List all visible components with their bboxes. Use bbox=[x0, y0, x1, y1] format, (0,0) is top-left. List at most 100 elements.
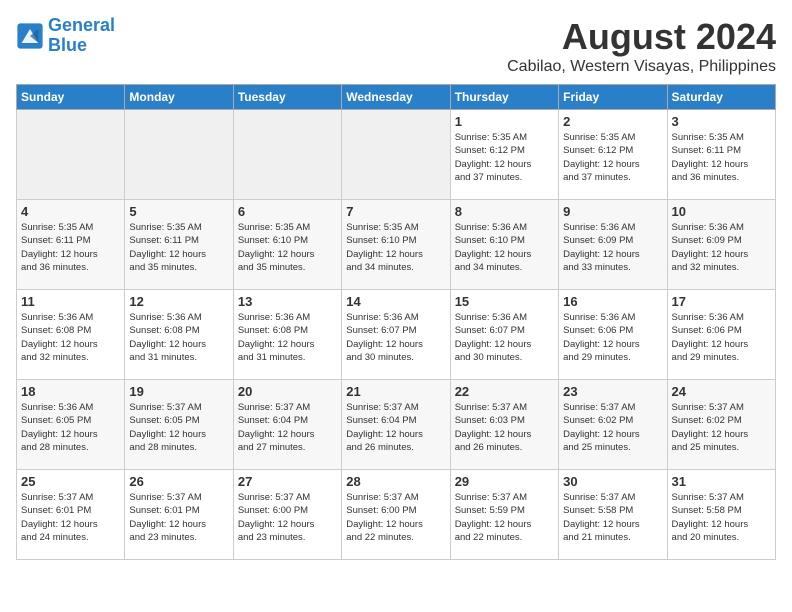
day-info: Sunrise: 5:37 AM Sunset: 6:04 PM Dayligh… bbox=[238, 401, 337, 454]
day-cell: 6 Sunrise: 5:35 AM Sunset: 6:10 PM Daylig… bbox=[233, 200, 341, 290]
day-info: Sunrise: 5:37 AM Sunset: 5:58 PM Dayligh… bbox=[563, 491, 662, 544]
col-header-monday: Monday bbox=[125, 85, 233, 110]
day-info: Sunrise: 5:35 AM Sunset: 6:11 PM Dayligh… bbox=[672, 131, 771, 184]
col-header-sunday: Sunday bbox=[17, 85, 125, 110]
day-info: Sunrise: 5:37 AM Sunset: 6:02 PM Dayligh… bbox=[563, 401, 662, 454]
day-cell: 24 Sunrise: 5:37 AM Sunset: 6:02 PM Dayli… bbox=[667, 380, 775, 470]
day-info: Sunrise: 5:35 AM Sunset: 6:11 PM Dayligh… bbox=[129, 221, 228, 274]
day-cell: 5 Sunrise: 5:35 AM Sunset: 6:11 PM Daylig… bbox=[125, 200, 233, 290]
day-number: 5 bbox=[129, 204, 228, 219]
day-number: 4 bbox=[21, 204, 120, 219]
day-number: 25 bbox=[21, 474, 120, 489]
day-cell: 19 Sunrise: 5:37 AM Sunset: 6:05 PM Dayli… bbox=[125, 380, 233, 470]
day-number: 18 bbox=[21, 384, 120, 399]
day-info: Sunrise: 5:35 AM Sunset: 6:10 PM Dayligh… bbox=[238, 221, 337, 274]
col-header-friday: Friday bbox=[559, 85, 667, 110]
day-number: 8 bbox=[455, 204, 554, 219]
day-number: 29 bbox=[455, 474, 554, 489]
day-cell: 9 Sunrise: 5:36 AM Sunset: 6:09 PM Daylig… bbox=[559, 200, 667, 290]
day-number: 13 bbox=[238, 294, 337, 309]
day-cell: 16 Sunrise: 5:36 AM Sunset: 6:06 PM Dayli… bbox=[559, 290, 667, 380]
day-cell: 23 Sunrise: 5:37 AM Sunset: 6:02 PM Dayli… bbox=[559, 380, 667, 470]
day-number: 19 bbox=[129, 384, 228, 399]
col-header-saturday: Saturday bbox=[667, 85, 775, 110]
day-info: Sunrise: 5:36 AM Sunset: 6:10 PM Dayligh… bbox=[455, 221, 554, 274]
day-number: 7 bbox=[346, 204, 445, 219]
day-info: Sunrise: 5:37 AM Sunset: 6:04 PM Dayligh… bbox=[346, 401, 445, 454]
day-cell: 2Sunrise: 5:35 AM Sunset: 6:12 PM Daylig… bbox=[559, 110, 667, 200]
day-info: Sunrise: 5:36 AM Sunset: 6:05 PM Dayligh… bbox=[21, 401, 120, 454]
day-number: 31 bbox=[672, 474, 771, 489]
day-cell: 26 Sunrise: 5:37 AM Sunset: 6:01 PM Dayli… bbox=[125, 470, 233, 560]
day-cell: 17 Sunrise: 5:36 AM Sunset: 6:06 PM Dayli… bbox=[667, 290, 775, 380]
col-header-thursday: Thursday bbox=[450, 85, 558, 110]
day-number: 9 bbox=[563, 204, 662, 219]
day-cell: 29 Sunrise: 5:37 AM Sunset: 5:59 PM Dayli… bbox=[450, 470, 558, 560]
day-info: Sunrise: 5:37 AM Sunset: 5:59 PM Dayligh… bbox=[455, 491, 554, 544]
day-info: Sunrise: 5:36 AM Sunset: 6:06 PM Dayligh… bbox=[563, 311, 662, 364]
week-row-3: 11 Sunrise: 5:36 AM Sunset: 6:08 PM Dayli… bbox=[17, 290, 776, 380]
day-info: Sunrise: 5:37 AM Sunset: 6:02 PM Dayligh… bbox=[672, 401, 771, 454]
day-cell bbox=[233, 110, 341, 200]
week-row-4: 18 Sunrise: 5:36 AM Sunset: 6:05 PM Dayli… bbox=[17, 380, 776, 470]
day-cell: 3 Sunrise: 5:35 AM Sunset: 6:11 PM Daylig… bbox=[667, 110, 775, 200]
day-number: 26 bbox=[129, 474, 228, 489]
day-info: Sunrise: 5:37 AM Sunset: 6:00 PM Dayligh… bbox=[346, 491, 445, 544]
day-cell: 20Sunrise: 5:37 AM Sunset: 6:04 PM Dayli… bbox=[233, 380, 341, 470]
day-number: 23 bbox=[563, 384, 662, 399]
day-number: 17 bbox=[672, 294, 771, 309]
subtitle: Cabilao, Western Visayas, Philippines bbox=[507, 58, 776, 76]
day-cell: 1Sunrise: 5:35 AM Sunset: 6:12 PM Daylig… bbox=[450, 110, 558, 200]
day-info: Sunrise: 5:36 AM Sunset: 6:09 PM Dayligh… bbox=[563, 221, 662, 274]
day-cell: 28 Sunrise: 5:37 AM Sunset: 6:00 PM Dayli… bbox=[342, 470, 450, 560]
day-info: Sunrise: 5:35 AM Sunset: 6:11 PM Dayligh… bbox=[21, 221, 120, 274]
day-info: Sunrise: 5:37 AM Sunset: 6:00 PM Dayligh… bbox=[238, 491, 337, 544]
day-cell: 7 Sunrise: 5:35 AM Sunset: 6:10 PM Daylig… bbox=[342, 200, 450, 290]
day-cell: 4 Sunrise: 5:35 AM Sunset: 6:11 PM Daylig… bbox=[17, 200, 125, 290]
day-info: Sunrise: 5:36 AM Sunset: 6:08 PM Dayligh… bbox=[21, 311, 120, 364]
logo-icon bbox=[16, 22, 44, 50]
day-cell: 15Sunrise: 5:36 AM Sunset: 6:07 PM Dayli… bbox=[450, 290, 558, 380]
day-cell: 31Sunrise: 5:37 AM Sunset: 5:58 PM Dayli… bbox=[667, 470, 775, 560]
week-row-1: 1Sunrise: 5:35 AM Sunset: 6:12 PM Daylig… bbox=[17, 110, 776, 200]
day-cell: 22Sunrise: 5:37 AM Sunset: 6:03 PM Dayli… bbox=[450, 380, 558, 470]
day-cell: 25 Sunrise: 5:37 AM Sunset: 6:01 PM Dayli… bbox=[17, 470, 125, 560]
col-header-wednesday: Wednesday bbox=[342, 85, 450, 110]
day-info: Sunrise: 5:36 AM Sunset: 6:08 PM Dayligh… bbox=[238, 311, 337, 364]
day-cell bbox=[125, 110, 233, 200]
day-cell: 11 Sunrise: 5:36 AM Sunset: 6:08 PM Dayli… bbox=[17, 290, 125, 380]
day-cell: 12 Sunrise: 5:36 AM Sunset: 6:08 PM Dayli… bbox=[125, 290, 233, 380]
day-number: 14 bbox=[346, 294, 445, 309]
day-info: Sunrise: 5:36 AM Sunset: 6:07 PM Dayligh… bbox=[346, 311, 445, 364]
day-number: 21 bbox=[346, 384, 445, 399]
day-number: 30 bbox=[563, 474, 662, 489]
day-info: Sunrise: 5:37 AM Sunset: 6:05 PM Dayligh… bbox=[129, 401, 228, 454]
day-number: 28 bbox=[346, 474, 445, 489]
day-number: 12 bbox=[129, 294, 228, 309]
day-cell: 27 Sunrise: 5:37 AM Sunset: 6:00 PM Dayli… bbox=[233, 470, 341, 560]
day-number: 11 bbox=[21, 294, 120, 309]
day-number: 16 bbox=[563, 294, 662, 309]
day-info: Sunrise: 5:37 AM Sunset: 6:01 PM Dayligh… bbox=[21, 491, 120, 544]
logo: General Blue bbox=[16, 16, 115, 56]
main-title: August 2024 bbox=[507, 16, 776, 58]
logo-line2: Blue bbox=[48, 35, 87, 55]
day-info: Sunrise: 5:36 AM Sunset: 6:07 PM Dayligh… bbox=[455, 311, 554, 364]
calendar-table: SundayMondayTuesdayWednesdayThursdayFrid… bbox=[16, 84, 776, 560]
day-cell: 13 Sunrise: 5:36 AM Sunset: 6:08 PM Dayli… bbox=[233, 290, 341, 380]
day-number: 6 bbox=[238, 204, 337, 219]
day-info: Sunrise: 5:35 AM Sunset: 6:10 PM Dayligh… bbox=[346, 221, 445, 274]
day-info: Sunrise: 5:37 AM Sunset: 6:03 PM Dayligh… bbox=[455, 401, 554, 454]
day-cell: 10Sunrise: 5:36 AM Sunset: 6:09 PM Dayli… bbox=[667, 200, 775, 290]
logo-line1: General bbox=[48, 15, 115, 35]
week-row-2: 4 Sunrise: 5:35 AM Sunset: 6:11 PM Daylig… bbox=[17, 200, 776, 290]
day-number: 27 bbox=[238, 474, 337, 489]
day-info: Sunrise: 5:36 AM Sunset: 6:08 PM Dayligh… bbox=[129, 311, 228, 364]
day-cell bbox=[17, 110, 125, 200]
day-number: 24 bbox=[672, 384, 771, 399]
day-cell: 8 Sunrise: 5:36 AM Sunset: 6:10 PM Daylig… bbox=[450, 200, 558, 290]
day-number: 3 bbox=[672, 114, 771, 129]
day-info: Sunrise: 5:36 AM Sunset: 6:06 PM Dayligh… bbox=[672, 311, 771, 364]
day-info: Sunrise: 5:37 AM Sunset: 6:01 PM Dayligh… bbox=[129, 491, 228, 544]
day-number: 2 bbox=[563, 114, 662, 129]
